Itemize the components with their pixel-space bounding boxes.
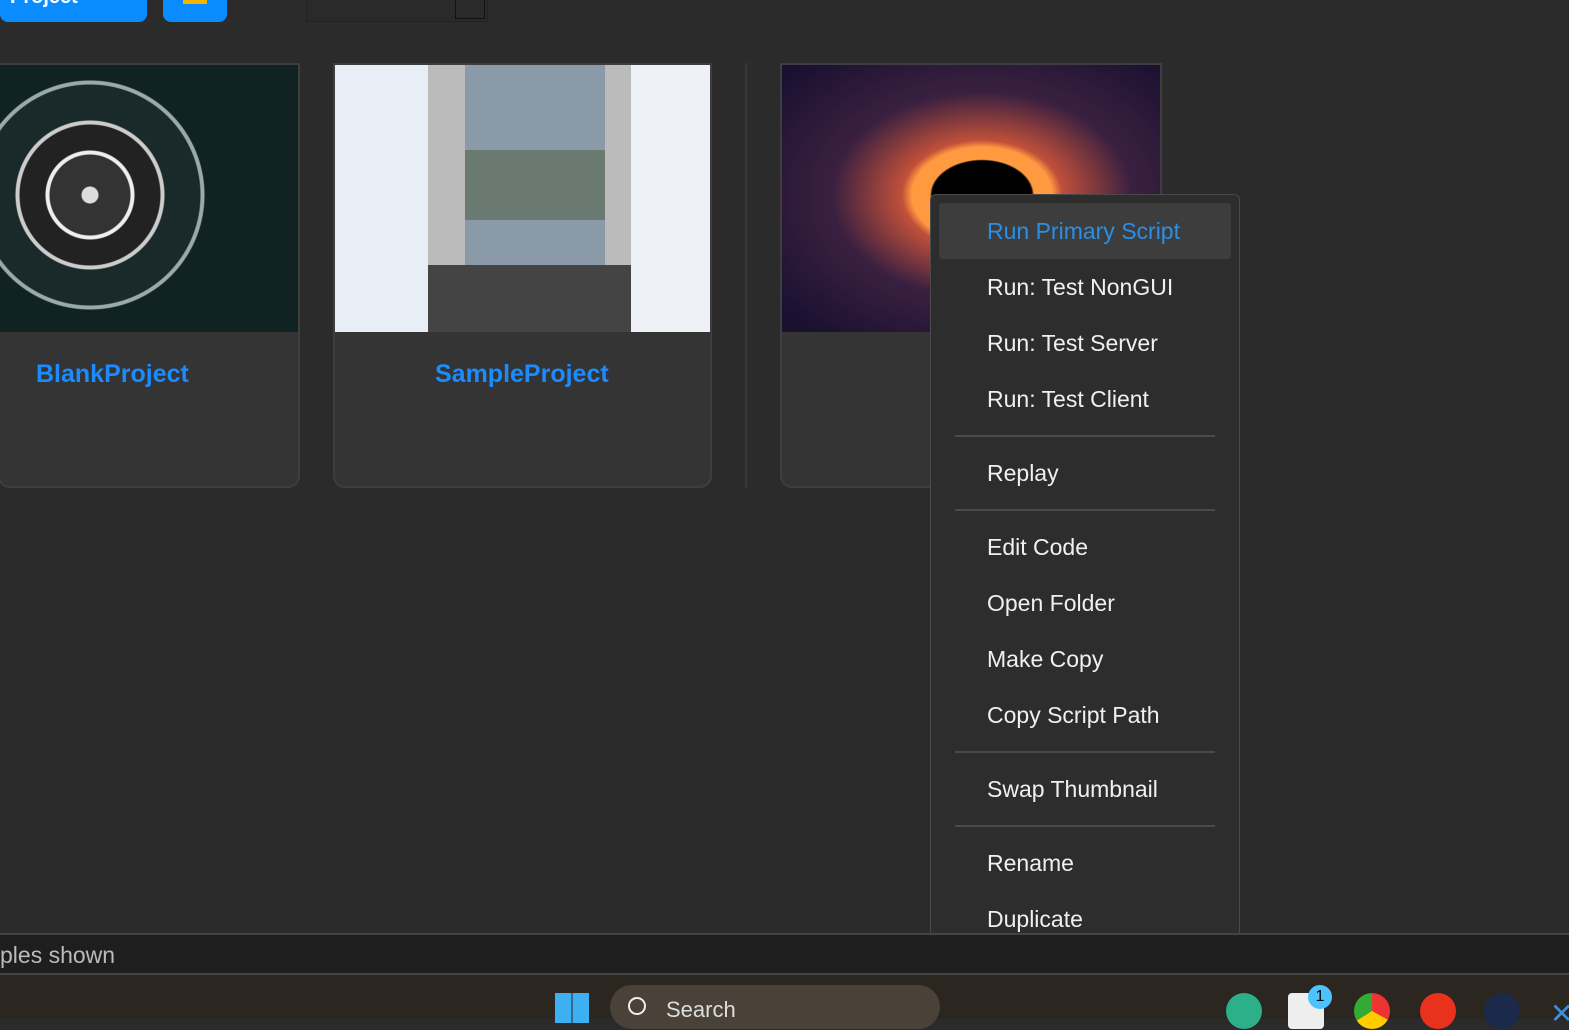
taskbar-search[interactable]: Search	[610, 985, 940, 1029]
menu-item[interactable]: Edit Code	[939, 519, 1231, 575]
menu-item[interactable]: Run: Test Client	[939, 371, 1231, 427]
menu-item[interactable]: Rename	[939, 835, 1231, 891]
store-badge: 1	[1308, 985, 1332, 1009]
menu-separator	[955, 751, 1215, 753]
project-name[interactable]: SampleProject	[435, 360, 609, 389]
steam-icon[interactable]	[1484, 993, 1520, 1029]
project-card[interactable]: BlankProject	[0, 63, 300, 488]
menu-item[interactable]: Open Folder	[939, 575, 1231, 631]
menu-item[interactable]: Swap Thumbnail	[939, 761, 1231, 817]
divider	[745, 63, 747, 488]
menu-separator	[955, 435, 1215, 437]
menu-item[interactable]: Make Copy	[939, 631, 1231, 687]
wps-icon[interactable]	[1420, 993, 1456, 1029]
search-icon	[628, 997, 646, 1015]
menu-item[interactable]: Run: Test Server	[939, 315, 1231, 371]
folder-button[interactable]	[163, 0, 227, 22]
project-name[interactable]: BlankProject	[36, 360, 189, 389]
taskbar: Search 1 ✕	[0, 975, 1569, 1029]
status-bar: ples shown	[0, 933, 1569, 975]
menu-item[interactable]: Copy Script Path	[939, 687, 1231, 743]
close-x-icon[interactable]: ✕	[1550, 997, 1569, 1030]
project-card[interactable]: SampleProject	[333, 63, 712, 488]
menu-item[interactable]: Run Primary Script	[939, 203, 1231, 259]
search-field-button[interactable]	[455, 0, 485, 19]
project-thumbnail	[335, 65, 710, 332]
edge-icon[interactable]	[1226, 993, 1262, 1029]
menu-item[interactable]: Replay	[939, 445, 1231, 501]
new-project-button[interactable]: Project	[0, 0, 147, 22]
project-thumbnail	[0, 65, 298, 332]
context-menu: Run Primary Script Run: Test NonGUI Run: T…	[930, 194, 1240, 1012]
menu-separator	[955, 825, 1215, 827]
menu-separator	[955, 509, 1215, 511]
chrome-icon[interactable]	[1354, 993, 1390, 1029]
search-field[interactable]	[306, 0, 488, 22]
folder-icon	[183, 0, 207, 4]
menu-item[interactable]: Run: Test NonGUI	[939, 259, 1231, 315]
